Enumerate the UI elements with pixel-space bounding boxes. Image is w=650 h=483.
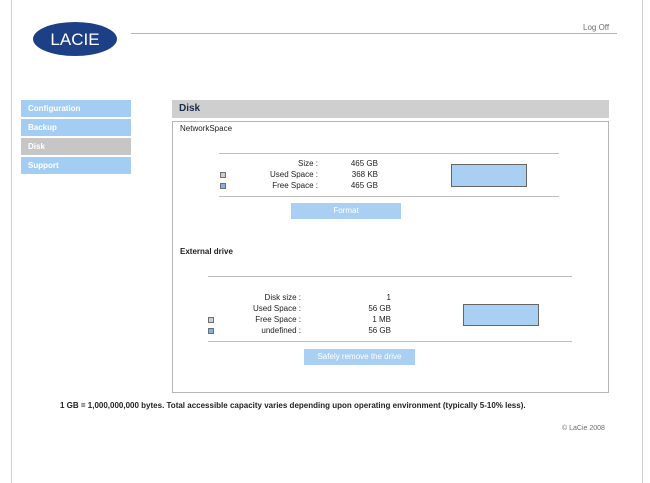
logoff-link[interactable]: Log Off xyxy=(583,23,609,32)
external-undefined-row: undefined : 56 GB xyxy=(173,326,610,336)
network-size-row: Size : 465 GB xyxy=(173,159,610,169)
safely-remove-drive-button[interactable]: Safely remove the drive xyxy=(304,349,415,365)
network-free-row: Free Space : 465 GB xyxy=(173,181,610,191)
used-value: 56 GB xyxy=(368,304,391,313)
undefined-label: undefined : xyxy=(261,326,301,335)
copyright: © LaCie 2008 xyxy=(562,425,605,432)
sidebar-item-support[interactable]: Support xyxy=(21,157,131,174)
free-label: Free Space : xyxy=(272,181,318,190)
free-label: Free Space : xyxy=(255,315,301,324)
used-label: Used Space : xyxy=(269,170,318,179)
external-used-row: Used Space : 56 GB xyxy=(173,304,610,314)
format-button[interactable]: Format xyxy=(291,203,401,219)
network-usage-bar xyxy=(451,164,527,187)
network-used-row: Used Space : 368 KB xyxy=(173,170,610,180)
networkspace-title: NetworkSpace xyxy=(180,124,233,133)
external-usage-bar xyxy=(463,304,539,326)
free-value: 1 MB xyxy=(372,315,391,324)
external-disksize-row: Disk size : 1 xyxy=(173,293,610,303)
section-title: Disk xyxy=(172,100,609,118)
used-label: Used Space : xyxy=(252,304,301,313)
lacie-logo: LACIE xyxy=(33,22,117,56)
undefined-value: 56 GB xyxy=(368,326,391,335)
used-value: 368 KB xyxy=(351,170,378,179)
sidebar-nav: Configuration Backup Disk Support xyxy=(21,100,131,176)
disksize-value: 1 xyxy=(386,293,391,302)
divider xyxy=(219,153,559,154)
divider xyxy=(208,276,572,277)
size-label: Size : xyxy=(297,159,318,168)
free-value: 465 GB xyxy=(350,181,378,190)
sidebar-item-disk[interactable]: Disk xyxy=(21,138,131,155)
divider xyxy=(219,196,559,197)
header-divider xyxy=(131,33,617,34)
sidebar-item-configuration[interactable]: Configuration xyxy=(21,100,131,117)
disksize-label: Disk size : xyxy=(264,293,301,302)
disk-panel: NetworkSpace Size : 465 GB Used Space : … xyxy=(172,121,609,393)
size-value: 465 GB xyxy=(350,159,378,168)
divider xyxy=(208,341,572,342)
sidebar-item-backup[interactable]: Backup xyxy=(21,119,131,136)
capacity-footnote: 1 GB = 1,000,000,000 bytes. Total access… xyxy=(60,401,526,410)
logo-text: LACIE xyxy=(50,30,99,49)
external-drive-title: External drive xyxy=(180,247,233,256)
external-free-row: Free Space : 1 MB xyxy=(173,315,610,325)
